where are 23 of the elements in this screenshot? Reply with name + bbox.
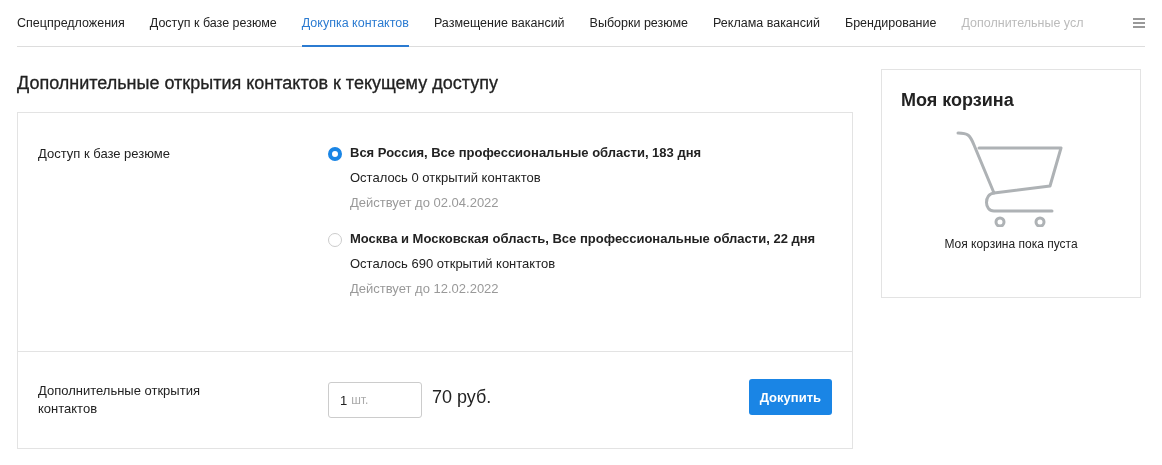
buy-button[interactable]: Докупить: [748, 379, 832, 415]
cart-title: Моя корзина: [901, 90, 1014, 111]
nav-tab[interactable]: Реклама вакансий: [713, 0, 820, 47]
remaining-text: Осталось 690 открытий контактов: [350, 256, 557, 272]
menu-icon[interactable]: [1133, 18, 1145, 28]
nav-tab[interactable]: Выборки резюме: [589, 0, 689, 47]
nav-tab[interactable]: Размещение вакансий: [433, 0, 565, 47]
validity-text: Действует до 02.04.2022: [350, 195, 500, 211]
remaining-text: Осталось 0 открытий контактов: [350, 170, 542, 186]
price-text: 70 руб.: [432, 386, 492, 408]
nav-tab[interactable]: Доступ к базе резюме: [149, 0, 277, 47]
quantity-field[interactable]: 1 шт.: [328, 382, 422, 418]
field-label: Доступ к базе резюме: [38, 145, 172, 163]
option-title: Вся Россия, Все профессиональные области, 183 дня: [350, 145, 702, 161]
field-label: Дополнительные открытия контактов: [38, 382, 201, 418]
validity-text: Действует до 12.02.2022: [350, 281, 500, 297]
empty-cart-text: Моя корзина пока пуста: [944, 237, 1078, 251]
option-title: Москва и Московская область, Все профессиональные области, 22 дня: [350, 231, 816, 247]
nav-tab[interactable]: Спецпредложения: [17, 0, 125, 47]
radio-button[interactable]: [328, 147, 342, 161]
nav-tab[interactable]: Брендирование: [844, 0, 937, 47]
section-title: Дополнительные открытия контактов к текущему доступу: [17, 73, 499, 94]
nav-tab[interactable]: Докупка контактов: [301, 0, 409, 47]
